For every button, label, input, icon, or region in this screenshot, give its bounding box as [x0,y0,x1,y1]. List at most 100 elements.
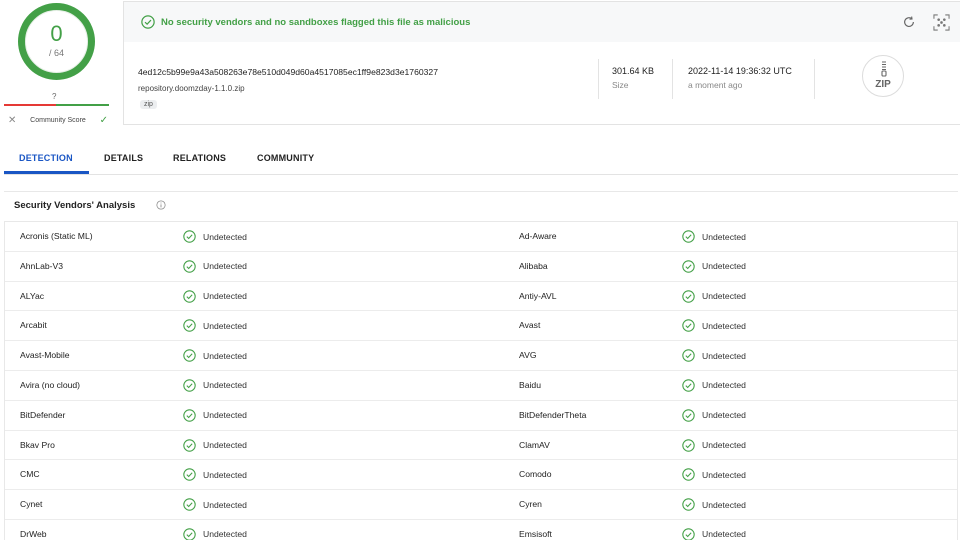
similar-files-icon[interactable] [933,14,950,31]
vendor-name: Antiy-AVL [519,290,557,301]
vendor-result-label: Undetected [203,231,247,242]
vendor-name: Alibaba [519,260,548,271]
verdict-banner: No security vendors and no sandboxes fla… [124,2,960,42]
zip-file-type-label: ZIP [875,79,891,90]
vendor-result-label: Undetected [702,291,746,302]
vendor-result-label: Undetected [702,261,746,272]
detection-count: 0 [50,21,63,46]
vendor-result-label: Undetected [203,291,247,302]
vendor-result-label: Undetected [702,350,746,361]
check-circle-icon [183,230,196,243]
vote-harmless-icon[interactable]: ✓ [100,115,108,126]
vendor-result: Undetected [183,409,247,422]
vendor-result: Undetected [682,409,746,422]
check-circle-icon [183,498,196,511]
vendor-name: CMC [20,469,40,480]
table-row: Avast-Mobile Undetected AVG Undetected [5,341,957,371]
check-circle-icon [183,289,196,303]
tab-detection[interactable]: DETECTION [19,153,73,163]
vendor-name: Comodo [519,469,552,480]
file-hash[interactable]: 4ed12c5b99e9a43a508263e78e510d049d60a451… [138,67,438,77]
tab-relations[interactable]: RELATIONS [173,153,226,163]
vendor-result: Undetected [183,438,247,452]
vendors-table: Acronis (Static ML) Undetected Ad-Aware Und… [4,221,958,540]
tab-community[interactable]: COMMUNITY [257,153,314,163]
section-title: Security Vendors' Analysis [14,200,136,211]
vendor-result: Undetected [682,319,746,333]
table-row: DrWeb Undetected Emsisoft Undetected [5,520,957,540]
vendor-name: Arcabit [20,320,47,331]
vendors-section-header: Security Vendors' Analysis [4,191,958,217]
check-circle-icon [682,528,695,540]
detection-total: / 64 [48,48,64,58]
vendor-name: DrWeb [20,528,47,539]
vendor-result-label: Undetected [702,440,746,451]
vendor-name: ALYac [20,290,45,301]
reanalyze-icon[interactable] [902,15,916,29]
vendor-result-label: Undetected [702,410,746,421]
community-score-bar [4,104,109,106]
community-score-bar-negative [4,104,56,106]
check-circle-icon [682,230,695,243]
vendor-result: Undetected [183,498,247,511]
vendor-name: AhnLab-V3 [20,260,64,271]
vendor-result-label: Undetected [702,320,746,331]
analysis-date-block: 2022-11-14 19:36:32 UTC a moment ago [672,59,815,99]
table-row: Arcabit Undetected Avast Undetected [5,311,957,342]
check-circle-icon [183,349,196,362]
vendor-name: Ad-Aware [519,231,557,241]
vendor-result-label: Undetected [203,469,247,480]
vendor-result: Undetected [183,260,247,273]
community-score-label: Community Score [30,116,86,124]
table-row: Avira (no cloud) Undetected Baidu Undetecte… [5,371,957,401]
analysis-date-relative: a moment ago [688,80,743,90]
vendor-result: Undetected [183,349,247,362]
check-circle-icon [682,409,695,422]
file-name: repository.doomzday-1.1.0.zip [138,84,245,93]
vendor-name: Avast-Mobile [20,350,70,361]
zip-file-type-icon: ZIP [862,55,904,97]
check-circle-icon [183,438,196,452]
vendor-result: Undetected [183,468,247,482]
file-tag[interactable]: zip [140,100,157,109]
vendor-name: Emsisoft [519,528,552,539]
vendor-result: Undetected [183,379,247,392]
check-circle-icon [682,319,695,333]
vendor-name: Acronis (Static ML) [20,231,93,241]
check-circle-icon [682,289,695,303]
verdict-message: No security vendors and no sandboxes fla… [161,16,471,28]
table-row: Bkav Pro Undetected ClamAV Undetected [5,431,957,461]
check-circle-icon [183,468,196,482]
file-size-label: Size [612,80,629,90]
vendor-name: Cynet [20,499,43,510]
detection-score-ring: 0 / 64 [18,3,95,80]
check-circle-icon [141,15,155,29]
file-size-value: 301.64 KB [612,66,655,76]
check-circle-icon [682,379,695,392]
vendor-result: Undetected [183,528,247,540]
vendor-result: Undetected [682,379,746,392]
vendor-result-label: Undetected [203,440,247,451]
check-circle-icon [682,438,695,452]
zipper-icon [881,61,887,77]
vendor-result: Undetected [682,528,746,540]
vendor-result: Undetected [682,260,746,273]
vendor-result-label: Undetected [203,529,247,540]
vendor-result: Undetected [682,289,746,303]
check-circle-icon [682,349,695,362]
vote-malicious-icon[interactable]: ✕ [8,115,16,126]
tab-details[interactable]: DETAILS [104,153,143,163]
detection-score-widget: 0 / 64 ? ✕ Community Score ✓ [0,0,118,130]
file-summary-card: No security vendors and no sandboxes fla… [123,1,960,125]
check-circle-icon [183,409,196,422]
vendor-name: Avast [519,320,541,331]
table-row: BitDefender Undetected BitDefenderTheta Und… [5,401,957,431]
check-circle-icon [682,260,695,273]
table-row: Acronis (Static ML) Undetected Ad-Aware Und… [5,222,957,252]
vendor-name: AVG [519,350,537,361]
vendor-result-label: Undetected [702,380,746,391]
community-score-bar-positive [56,104,109,106]
info-icon[interactable] [156,200,166,210]
active-tab-indicator [4,171,89,174]
vendor-name: Baidu [519,379,541,390]
